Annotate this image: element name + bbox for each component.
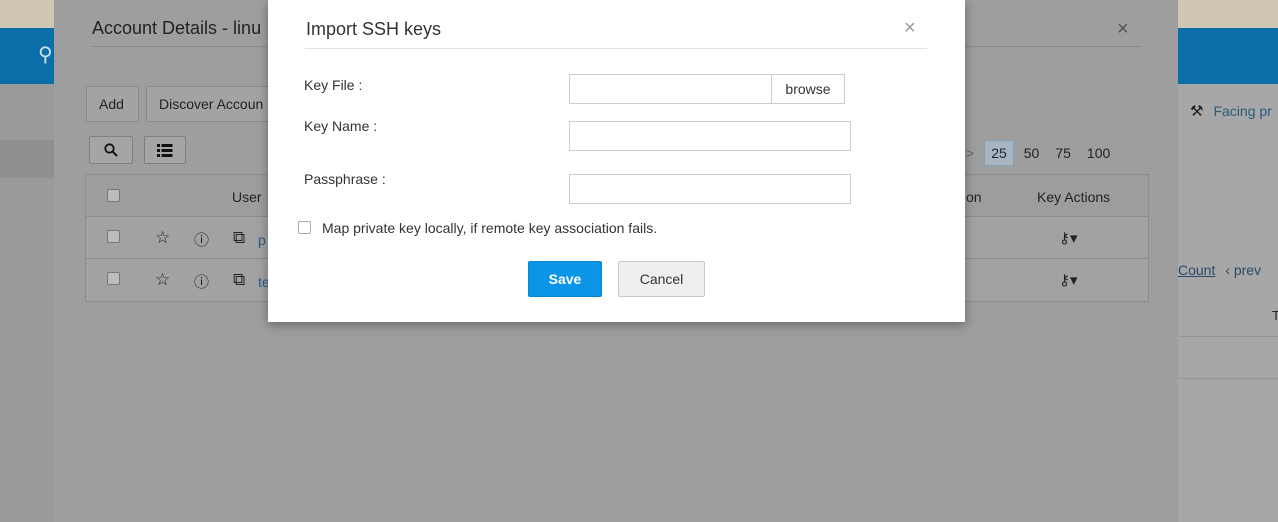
row-checkbox xyxy=(107,272,120,285)
star-icon: ☆ xyxy=(155,228,171,247)
key-name-label: Key Name : xyxy=(304,118,378,134)
facing-link: ⚒ Facing pr xyxy=(1190,102,1272,120)
import-ssh-keys-dialog: Import SSH keys × Key File : browse Key … xyxy=(268,0,965,322)
copy-icon: ⧉ xyxy=(233,270,246,289)
page-size-option: 25 xyxy=(984,140,1014,166)
key-file-input[interactable] xyxy=(569,74,772,104)
column-header-partial: on xyxy=(966,189,982,205)
prev-text: prev xyxy=(1233,262,1262,278)
search-toggle-button xyxy=(89,136,133,164)
row-divider xyxy=(1178,378,1278,379)
page-size-option: 75 xyxy=(1055,145,1071,161)
search-icon xyxy=(104,143,118,157)
key-actions-icon: ⚷▾ xyxy=(1059,272,1078,289)
left-nav-highlight xyxy=(0,140,54,178)
passphrase-input[interactable] xyxy=(569,174,851,204)
add-button: Add xyxy=(86,86,139,122)
tools-icon: ⚒ xyxy=(1190,103,1204,120)
page-size-selector: > 25 50 75 100 xyxy=(960,140,1120,166)
panel-title: Account Details - linu xyxy=(92,18,262,38)
star-icon: ☆ xyxy=(155,270,171,289)
panel-close-icon: × xyxy=(1117,18,1129,40)
account-name-link: p xyxy=(258,232,266,248)
copy-icon: ⧉ xyxy=(233,228,246,247)
map-private-key-checkbox[interactable] xyxy=(298,221,311,234)
count-pager: Count ‹ prev xyxy=(1178,262,1261,278)
row-checkbox xyxy=(107,230,120,243)
row-divider xyxy=(1178,336,1278,337)
select-all-checkbox xyxy=(107,189,120,202)
save-button[interactable]: Save xyxy=(528,261,602,297)
map-private-key-label: Map private key locally, if remote key a… xyxy=(322,220,658,236)
info-icon: ⓘ xyxy=(194,274,210,291)
passphrase-label: Passphrase : xyxy=(304,171,386,187)
dialog-title: Import SSH keys xyxy=(306,19,442,39)
column-header-user: User xyxy=(232,189,262,205)
browse-button[interactable]: browse xyxy=(771,74,845,104)
column-header-key-actions: Key Actions xyxy=(1037,189,1111,205)
count-link: Count xyxy=(1178,262,1216,278)
info-icon: ⓘ xyxy=(194,232,210,249)
column-chooser-button xyxy=(144,136,186,164)
key-actions-icon: ⚷▾ xyxy=(1059,230,1078,247)
discover-accounts-button: Discover Accoun xyxy=(146,86,276,122)
key-file-label: Key File : xyxy=(304,77,363,93)
close-icon[interactable]: × xyxy=(904,18,916,38)
header-search-icon: ⚲ xyxy=(38,44,53,66)
chevron-left-icon: ‹ xyxy=(1225,262,1230,278)
cancel-button[interactable]: Cancel xyxy=(618,261,705,297)
list-icon xyxy=(157,143,173,157)
dialog-divider xyxy=(305,48,927,49)
key-name-input[interactable] xyxy=(569,121,851,151)
page-size-option: 50 xyxy=(1023,145,1040,161)
right-background-panel: ⚒ Facing pr Count ‹ prev T xyxy=(1178,84,1278,522)
page-size-option: 100 xyxy=(1086,145,1111,161)
facing-text: Facing pr xyxy=(1213,103,1272,119)
column-fragment: T xyxy=(1272,308,1278,323)
